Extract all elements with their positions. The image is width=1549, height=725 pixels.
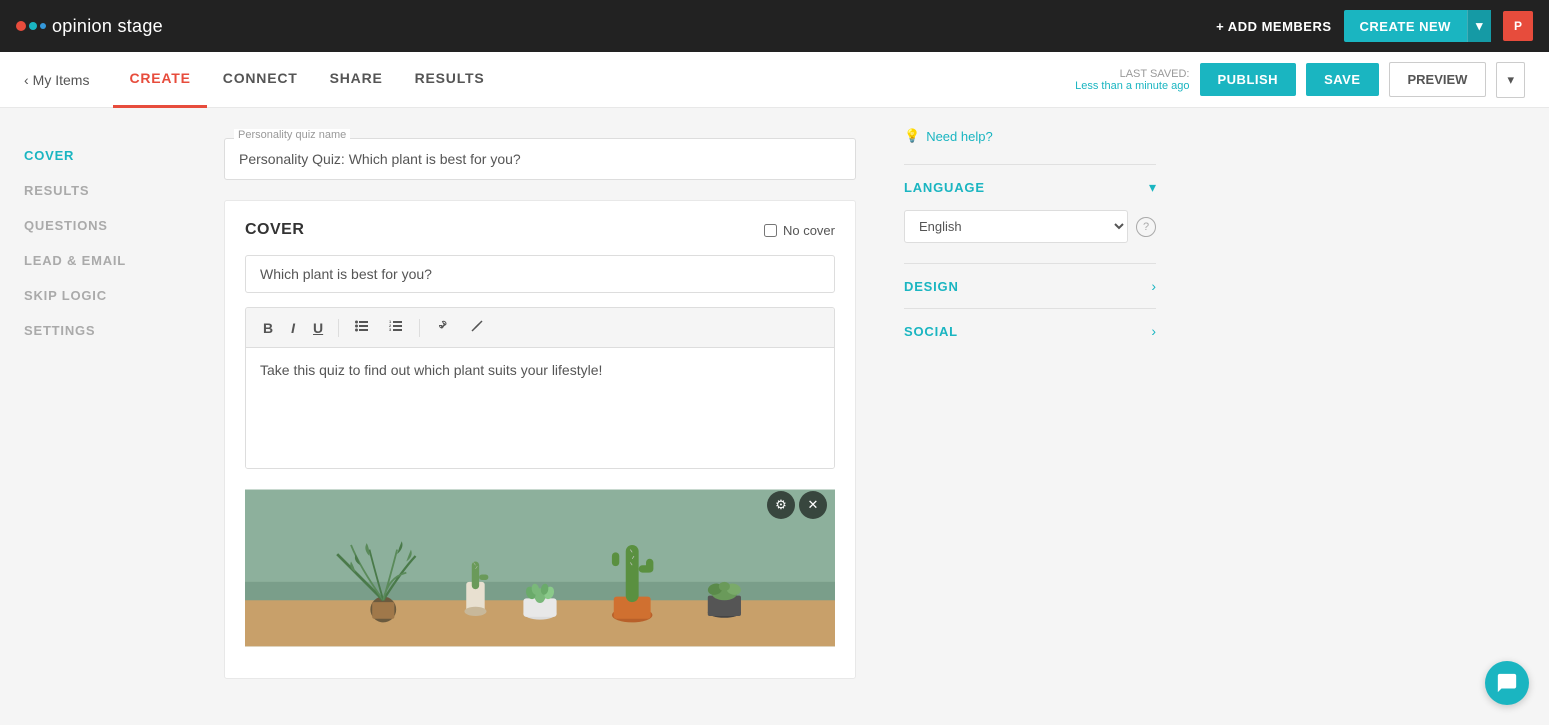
image-settings-button[interactable]: ⚙ bbox=[767, 491, 795, 519]
left-sidebar: COVER RESULTS QUESTIONS LEAD & EMAIL SKI… bbox=[0, 108, 200, 725]
underline-button[interactable]: U bbox=[306, 316, 330, 340]
language-section: LANGUAGE ▾ English Spanish French German… bbox=[904, 164, 1156, 263]
nav-actions: LAST SAVED: Less than a minute ago PUBLI… bbox=[1075, 62, 1525, 98]
social-section-title: SOCIAL bbox=[904, 324, 958, 339]
quiz-name-label: Personality quiz name bbox=[234, 129, 350, 141]
design-section-title: DESIGN bbox=[904, 279, 959, 294]
social-chevron-icon: › bbox=[1151, 323, 1156, 339]
avatar[interactable]: P bbox=[1503, 11, 1533, 41]
logo-dot-red bbox=[16, 21, 26, 31]
italic-button[interactable]: I bbox=[284, 316, 302, 340]
right-sidebar: 💡 Need help? LANGUAGE ▾ English Spanish … bbox=[880, 108, 1180, 725]
preview-button[interactable]: PREVIEW bbox=[1389, 62, 1487, 97]
cover-image-area: ⚙ ✕ bbox=[245, 483, 835, 658]
sidebar-item-cover[interactable]: COVER bbox=[24, 138, 176, 173]
language-section-title: LANGUAGE bbox=[904, 180, 985, 195]
social-section: SOCIAL › bbox=[904, 308, 1156, 353]
tab-share[interactable]: SHARE bbox=[314, 52, 399, 108]
sidebar-item-questions[interactable]: QUESTIONS bbox=[24, 208, 176, 243]
unlink-button[interactable] bbox=[462, 314, 492, 341]
rte-body[interactable]: Take this quiz to find out which plant s… bbox=[246, 348, 834, 468]
save-button[interactable]: SAVE bbox=[1306, 63, 1378, 96]
secondary-nav: ‹ My Items CREATE CONNECT SHARE RESULTS … bbox=[0, 52, 1549, 108]
my-items-link[interactable]: ‹ My Items bbox=[24, 72, 89, 88]
lightbulb-icon: 💡 bbox=[904, 128, 920, 144]
cover-card: COVER No cover B I U bbox=[224, 200, 856, 679]
link-button[interactable] bbox=[428, 314, 458, 341]
create-new-button[interactable]: CREATE NEW ▾ bbox=[1344, 10, 1491, 42]
back-arrow-icon: ‹ bbox=[24, 72, 29, 88]
sidebar-item-skip-logic[interactable]: SKIP LOGIC bbox=[24, 278, 176, 313]
create-new-caret[interactable]: ▾ bbox=[1467, 10, 1491, 42]
design-chevron-icon: › bbox=[1151, 278, 1156, 294]
language-help-icon[interactable]: ? bbox=[1136, 217, 1156, 237]
svg-text:3: 3 bbox=[389, 327, 392, 332]
add-members-button[interactable]: + ADD MEMBERS bbox=[1216, 19, 1331, 34]
last-saved-time: Less than a minute ago bbox=[1075, 80, 1189, 92]
design-section-header[interactable]: DESIGN › bbox=[904, 278, 1156, 294]
no-cover-checkbox-label[interactable]: No cover bbox=[764, 223, 835, 238]
nav-tabs: ‹ My Items CREATE CONNECT SHARE RESULTS bbox=[24, 52, 1075, 108]
chat-bubble[interactable] bbox=[1485, 661, 1529, 705]
rich-text-editor: B I U 123 bbox=[245, 307, 835, 469]
design-section: DESIGN › bbox=[904, 263, 1156, 308]
top-navbar: opinion stage + ADD MEMBERS CREATE NEW ▾… bbox=[0, 0, 1549, 52]
language-select[interactable]: English Spanish French German Portuguese bbox=[904, 210, 1128, 243]
more-options-button[interactable]: ▾ bbox=[1496, 62, 1525, 98]
last-saved-label: LAST SAVED: bbox=[1075, 68, 1189, 80]
my-items-label: My Items bbox=[33, 72, 90, 88]
no-cover-checkbox[interactable] bbox=[764, 224, 777, 237]
logo-dots bbox=[16, 21, 46, 31]
image-remove-button[interactable]: ✕ bbox=[799, 491, 827, 519]
bullet-list-button[interactable] bbox=[347, 314, 377, 341]
numbered-list-button[interactable]: 123 bbox=[381, 314, 411, 341]
create-new-label: CREATE NEW bbox=[1360, 19, 1451, 34]
sidebar-item-settings[interactable]: SETTINGS bbox=[24, 313, 176, 348]
quiz-name-input[interactable] bbox=[224, 138, 856, 180]
language-select-wrapper: English Spanish French German Portuguese… bbox=[904, 196, 1156, 249]
cover-card-header: COVER No cover bbox=[245, 221, 835, 239]
tab-create[interactable]: CREATE bbox=[113, 52, 206, 108]
toolbar-separator-2 bbox=[419, 319, 420, 337]
tab-connect[interactable]: CONNECT bbox=[207, 52, 314, 108]
tab-results[interactable]: RESULTS bbox=[399, 52, 501, 108]
no-cover-label: No cover bbox=[783, 223, 835, 238]
logo: opinion stage bbox=[16, 16, 163, 37]
cover-card-title: COVER bbox=[245, 221, 304, 239]
need-help-label: Need help? bbox=[926, 129, 993, 144]
sidebar-item-lead-email[interactable]: LEAD & EMAIL bbox=[24, 243, 176, 278]
cover-image bbox=[245, 483, 835, 653]
image-overlay-buttons: ⚙ ✕ bbox=[767, 491, 827, 519]
main-layout: COVER RESULTS QUESTIONS LEAD & EMAIL SKI… bbox=[0, 108, 1549, 725]
toolbar-separator-1 bbox=[338, 319, 339, 337]
logo-text: opinion stage bbox=[52, 16, 163, 37]
question-title-input[interactable] bbox=[245, 255, 835, 293]
center-content: Personality quiz name COVER No cover B I… bbox=[200, 108, 880, 725]
publish-button[interactable]: PUBLISH bbox=[1200, 63, 1297, 96]
logo-dot-blue bbox=[40, 23, 46, 29]
quiz-name-wrapper: Personality quiz name bbox=[224, 138, 856, 180]
social-section-header[interactable]: SOCIAL › bbox=[904, 323, 1156, 339]
last-saved: LAST SAVED: Less than a minute ago bbox=[1075, 68, 1189, 92]
rte-toolbar: B I U 123 bbox=[246, 308, 834, 348]
navbar-right: + ADD MEMBERS CREATE NEW ▾ P bbox=[1216, 10, 1533, 42]
logo-dot-teal bbox=[29, 22, 37, 30]
need-help-link[interactable]: 💡 Need help? bbox=[904, 128, 1156, 144]
bold-button[interactable]: B bbox=[256, 316, 280, 340]
language-section-header[interactable]: LANGUAGE ▾ bbox=[904, 179, 1156, 196]
sidebar-item-results[interactable]: RESULTS bbox=[24, 173, 176, 208]
language-chevron-icon: ▾ bbox=[1149, 179, 1156, 196]
